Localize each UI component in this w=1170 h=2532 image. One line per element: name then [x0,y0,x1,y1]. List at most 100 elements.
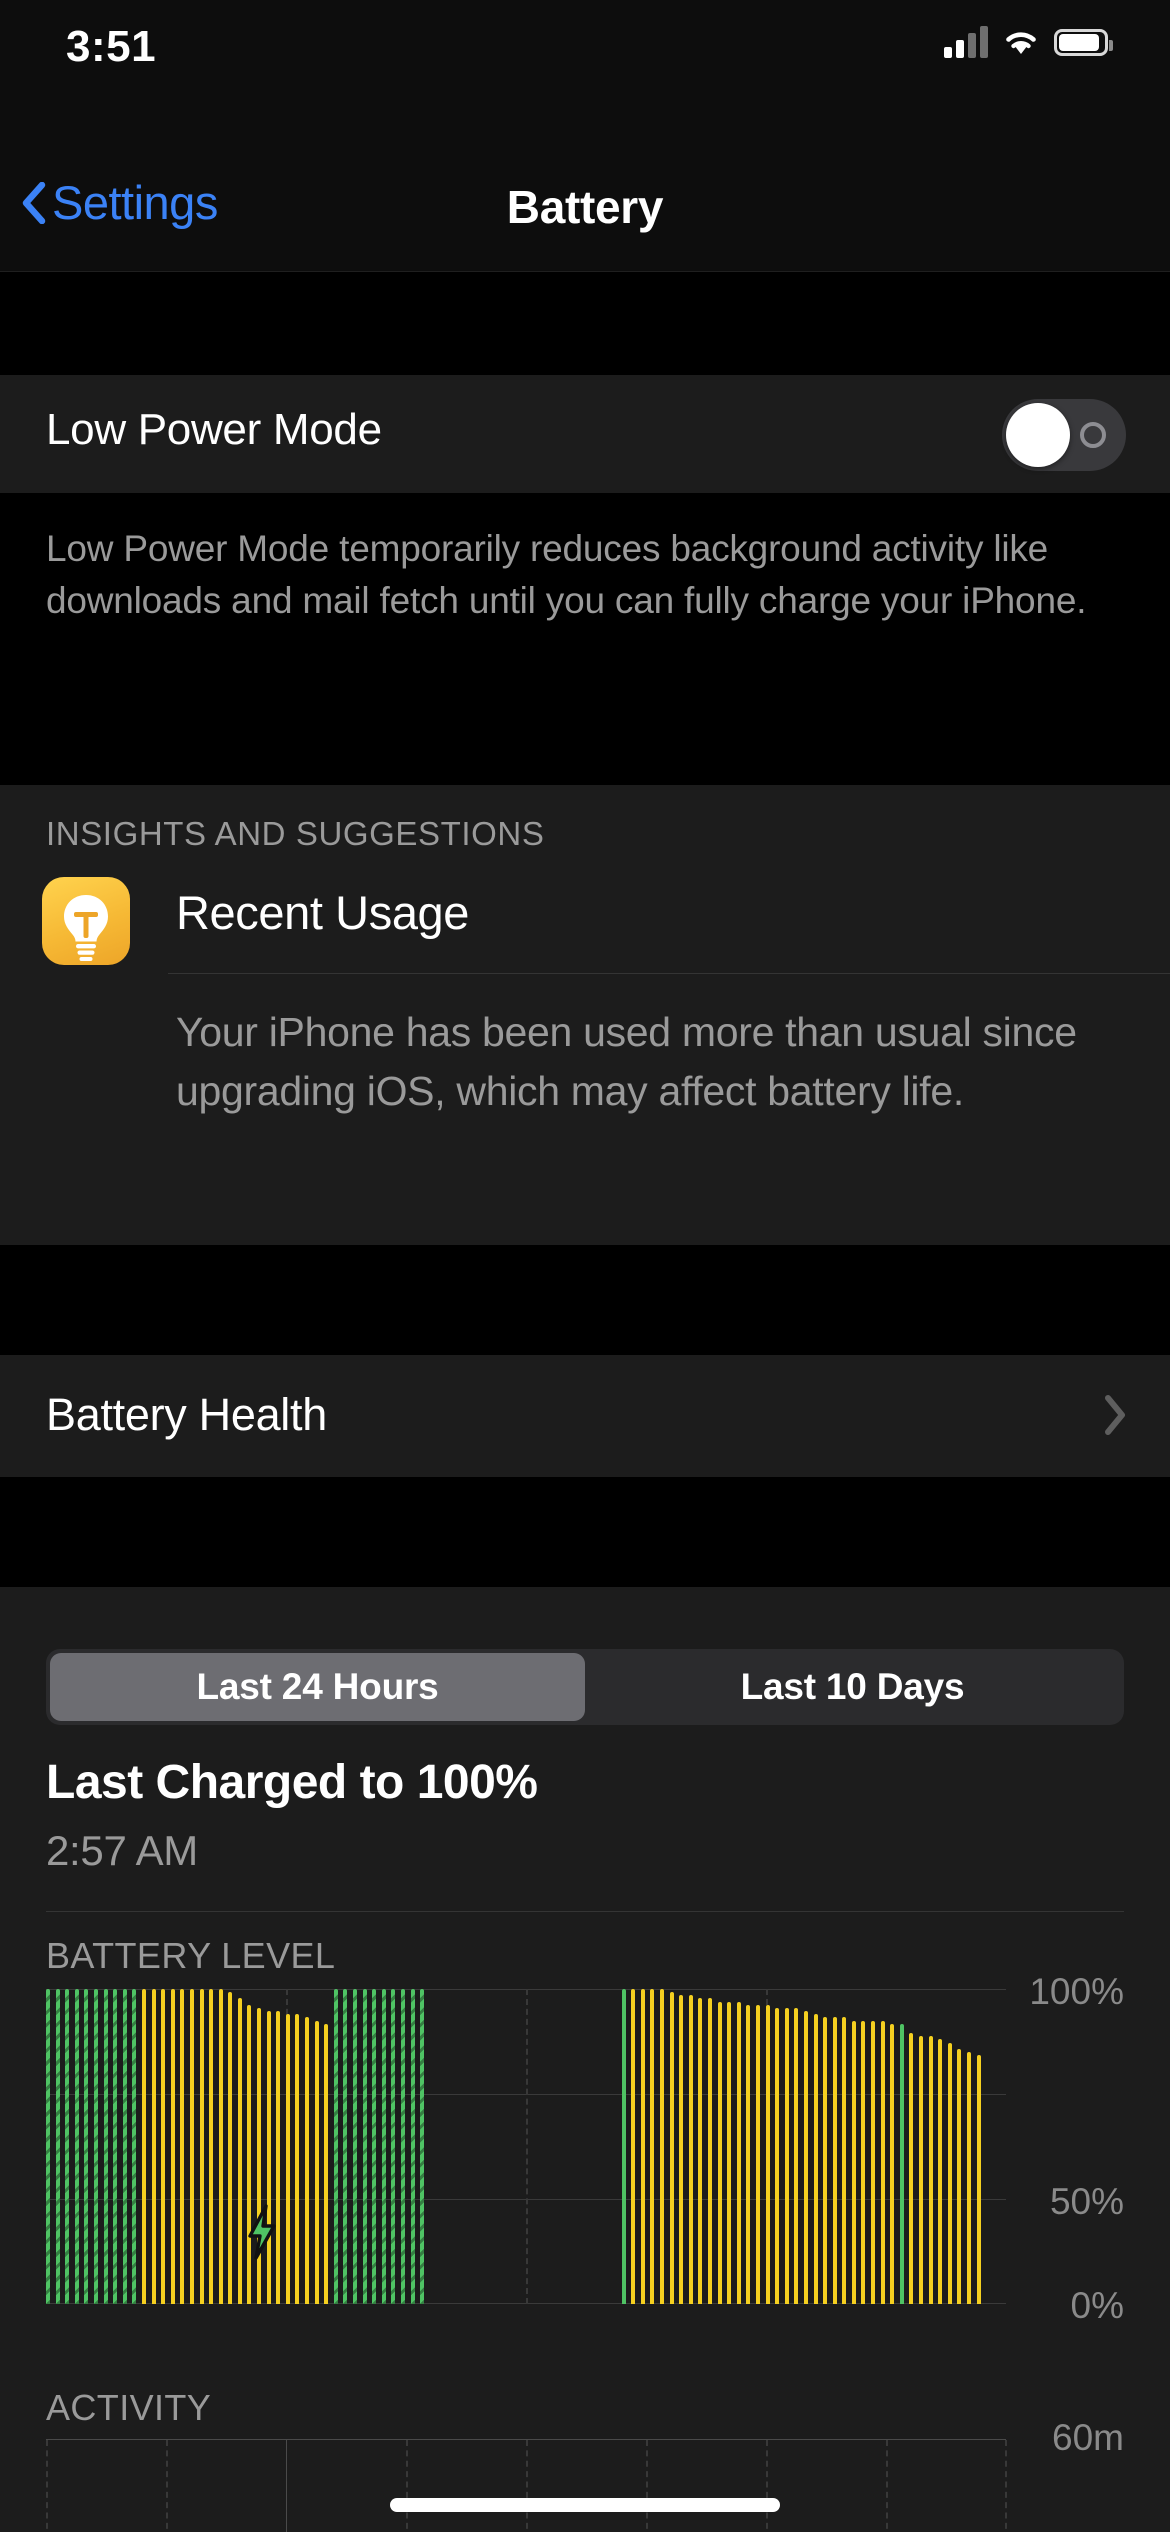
battery-level-bar [784,2007,789,2304]
low-power-mode-toggle[interactable] [1002,399,1126,471]
battery-level-bar [122,1989,127,2304]
battery-level-bar [113,1989,118,2304]
lightning-bolt-icon [242,2204,282,2260]
battery-usage-panel: Last 24 Hours Last 10 Days Last Charged … [0,1587,1170,2532]
battery-level-bar [880,2020,885,2304]
activity-chart-header: ACTIVITY [46,2387,212,2428]
battery-level-bar [93,1989,98,2304]
segment-last-10-days[interactable]: Last 10 Days [585,1653,1120,1721]
battery-level-bar [813,2014,818,2304]
battery-level-bar [180,1989,185,2304]
battery-level-bar [410,1989,415,2304]
battery-level-bar [765,2004,770,2304]
activity-gridline-6 [766,2440,768,2532]
toggle-knob [1006,403,1070,467]
battery-level-bar [631,1989,636,2304]
home-indicator[interactable] [390,2498,780,2512]
battery-level-bar [372,1989,377,2304]
activity-gridline-4 [526,2440,528,2532]
battery-level-bar [688,1995,693,2304]
usage-divider [46,1911,1124,1912]
battery-level-bar [669,1992,674,2304]
activity-y-axis-label: 60m [1052,2417,1124,2458]
battery-level-bar [803,2011,808,2304]
battery-level-chart-header: BATTERY LEVEL [46,1935,336,1976]
battery-level-bar [698,1998,703,2304]
battery-level-bar [420,1989,425,2304]
battery-level-bar [314,2020,319,2304]
activity-gridline-8 [1005,2440,1007,2532]
battery-level-bar [967,2052,971,2304]
chevron-right-icon [1104,1395,1126,1435]
battery-level-bar [660,1989,664,2304]
battery-level-bar [362,1989,367,2304]
battery-level-bar [199,1989,204,2304]
battery-level-bar [228,1992,233,2304]
recent-usage-description: Your iPhone has been used more than usua… [176,1009,1077,1114]
battery-level-bar [775,2007,780,2304]
battery-level-bar [209,1989,214,2304]
battery-level-bar [707,1998,712,2304]
battery-level-bar [755,2004,760,2304]
section-gap [0,1245,1170,1355]
battery-level-bar [957,2048,962,2304]
battery-level-bar [333,1989,338,2304]
toggle-off-indicator-icon [1080,422,1106,448]
battery-level-bar [170,1989,175,2304]
insights-and-suggestions-section: INSIGHTS AND SUGGESTIONS Recent Usage Yo… [0,785,1170,1245]
battery-level-bar [65,1989,70,2304]
recent-usage-title: Recent Usage [176,886,470,939]
lightbulb-icon [42,877,130,965]
battery-level-bar [794,2007,799,2304]
low-power-mode-description: Low Power Mode temporarily reduces backg… [0,493,1170,663]
battery-settings-screen: 3:51 Settings Battery Low Power Mode Low… [0,0,1170,2532]
activity-chart[interactable]: 60m [46,2417,1124,2532]
segment-last-24-hours[interactable]: Last 24 Hours [50,1653,585,1721]
battery-level-bar [746,2004,751,2304]
recent-usage-row[interactable]: Recent Usage [0,863,1170,973]
y-axis-label-50: 50% [1049,2181,1124,2222]
activity-gridline-1 [166,2440,168,2532]
low-power-mode-label: Low Power Mode [46,405,382,454]
battery-level-bar [650,1989,655,2304]
battery-level-bar [218,1989,223,2304]
navigation-bar: Settings Battery [0,100,1170,272]
battery-level-bar [621,1989,626,2304]
last-charged-time: 2:57 AM [46,1827,198,1874]
battery-level-bar [861,2020,866,2304]
battery-level-bar [343,1989,348,2304]
battery-level-bar [909,2033,914,2304]
low-power-mode-row[interactable]: Low Power Mode [0,375,1170,493]
battery-level-bar [285,2014,290,2304]
activity-plot-area [46,2439,1007,2532]
activity-gridline-0 [46,2440,48,2532]
battery-level-bar [324,2023,329,2304]
battery-level-chart[interactable]: 100% 50% 0% [46,1971,1124,2347]
battery-level-bar [276,2011,281,2304]
status-bar-time: 3:51 [66,22,157,71]
cellular-signal-icon [944,26,988,58]
battery-icon [1054,28,1113,56]
battery-level-bars [46,1989,1006,2304]
status-bar-indicators [944,26,1113,58]
activity-gridline-7 [886,2440,888,2532]
time-range-segmented-control[interactable]: Last 24 Hours Last 10 Days [46,1649,1124,1725]
battery-level-plot-area [46,1989,1006,2304]
battery-level-bar [46,1989,50,2304]
battery-level-bar [717,2001,722,2304]
battery-level-bar [871,2020,876,2304]
activity-gridline-5 [646,2440,648,2532]
battery-level-bar [381,1989,386,2304]
page-title: Battery [506,181,664,233]
battery-level-bar [55,1989,60,2304]
activity-gridline-2 [286,2440,287,2532]
status-bar: 3:51 [0,0,1170,100]
battery-level-bar [103,1989,108,2304]
battery-level-bar [890,2023,895,2304]
battery-level-bar [727,2001,732,2304]
activity-gridline-3 [406,2440,408,2532]
battery-health-row[interactable]: Battery Health [0,1355,1170,1477]
battery-level-bar [305,2017,310,2304]
battery-health-label: Battery Health [46,1389,327,1440]
battery-level-bar [823,2017,828,2304]
